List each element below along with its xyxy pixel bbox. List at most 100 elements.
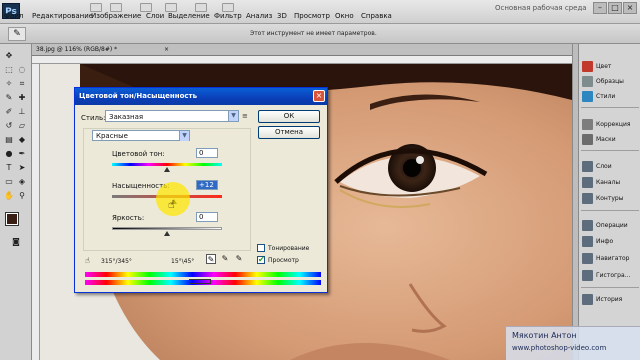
history-brush-tool-icon[interactable]: ↺ bbox=[3, 120, 15, 132]
quick-mask-icon[interactable]: ◙ bbox=[10, 236, 22, 248]
arrange-documents-button[interactable] bbox=[195, 3, 207, 12]
panel-paths[interactable]: Контуры bbox=[580, 192, 640, 205]
color-range-selector[interactable] bbox=[189, 279, 211, 284]
bridge-button[interactable] bbox=[90, 3, 102, 12]
edit-channel-select[interactable]: Красные ▼ bbox=[92, 130, 190, 141]
dialog-titlebar[interactable]: Цветовой тон/Насыщенность × bbox=[75, 88, 327, 105]
menu-view[interactable]: Просмотр bbox=[294, 12, 330, 20]
panel-paths-label: Контуры bbox=[596, 195, 624, 202]
zoom-tool-icon[interactable]: ⚲ bbox=[16, 190, 28, 202]
panel-histogram-label: Гистогра... bbox=[596, 272, 631, 279]
panel-color-label: Цвет bbox=[596, 63, 612, 70]
eyedropper-icon[interactable]: ✎ bbox=[206, 254, 216, 264]
panel-color[interactable]: Цвет bbox=[580, 60, 640, 73]
vertical-ruler[interactable] bbox=[32, 64, 40, 360]
panel-history[interactable]: История bbox=[580, 293, 640, 306]
info-icon bbox=[582, 236, 593, 247]
history-icon bbox=[582, 294, 593, 305]
lightness-input[interactable]: 0 bbox=[196, 212, 218, 222]
screen-mode-button[interactable] bbox=[222, 3, 234, 12]
menu-help[interactable]: Справка bbox=[361, 12, 392, 20]
ok-button[interactable]: ОК bbox=[258, 110, 320, 123]
brush-tool-icon[interactable]: ✐ bbox=[3, 106, 15, 118]
panel-swatches[interactable]: Образцы bbox=[580, 75, 640, 88]
colorize-checkbox[interactable] bbox=[257, 244, 265, 252]
hue-input[interactable]: 0 bbox=[196, 148, 218, 158]
menu-3d[interactable]: 3D bbox=[277, 12, 287, 20]
input-color-bar bbox=[85, 272, 321, 277]
minimize-icon[interactable]: – bbox=[593, 2, 607, 14]
watermark-author: Мякотин Антон bbox=[512, 331, 577, 340]
preset-options-icon[interactable]: ≡ bbox=[242, 111, 249, 121]
saturation-input[interactable]: +12 bbox=[196, 180, 218, 190]
chevron-down-icon: ▼ bbox=[179, 131, 189, 141]
hue-slider[interactable] bbox=[112, 163, 222, 166]
preset-select[interactable]: Заказная ▼ bbox=[105, 110, 239, 122]
dialog-close-icon[interactable]: × bbox=[313, 90, 325, 102]
panel-actions[interactable]: Операции bbox=[580, 219, 640, 232]
foreground-color-swatch[interactable] bbox=[5, 212, 19, 226]
menu-image[interactable]: Изображение bbox=[91, 12, 141, 20]
dialog-title: Цветовой тон/Насыщенность bbox=[79, 92, 198, 100]
menu-layers[interactable]: Слои bbox=[146, 12, 164, 20]
panel-histogram[interactable]: Гистогра... bbox=[580, 269, 640, 282]
watermark-url: www.photoshop-video.com bbox=[512, 344, 607, 352]
healing-tool-icon[interactable]: ✚ bbox=[16, 92, 28, 104]
hue-slider-thumb[interactable] bbox=[164, 167, 170, 172]
close-icon[interactable]: × bbox=[623, 2, 637, 14]
panel-separator bbox=[581, 107, 639, 108]
horizontal-ruler[interactable] bbox=[32, 56, 572, 64]
eyedropper-icon[interactable]: ✎ bbox=[8, 27, 26, 41]
panel-navigator[interactable]: Навигатор bbox=[580, 252, 640, 265]
lasso-tool-icon[interactable]: ◌ bbox=[16, 64, 28, 76]
menu-file[interactable]: Файл bbox=[4, 12, 23, 20]
path-select-tool-icon[interactable]: ➤ bbox=[16, 162, 28, 174]
menu-select[interactable]: Выделение bbox=[168, 12, 210, 20]
actions-icon bbox=[582, 220, 593, 231]
eyedropper-plus-icon[interactable]: ✎ bbox=[220, 254, 230, 264]
shape-tool-icon[interactable]: ▭ bbox=[3, 176, 15, 188]
document-tab[interactable]: 38.jpg @ 116% (RGB/8#) * × bbox=[32, 44, 572, 56]
panel-masks[interactable]: Маски bbox=[580, 133, 640, 146]
close-document-icon[interactable]: × bbox=[164, 46, 169, 53]
eyedropper-minus-icon[interactable]: ✎ bbox=[234, 254, 244, 264]
hand-tool-icon[interactable]: ✋ bbox=[3, 190, 15, 202]
dodge-tool-icon[interactable]: ● bbox=[3, 148, 15, 160]
eyedropper-tool-icon[interactable]: ✎ bbox=[3, 92, 15, 104]
panel-layers[interactable]: Слои bbox=[580, 160, 640, 173]
crop-tool-icon[interactable]: ⌗ bbox=[16, 78, 28, 90]
move-tool-icon[interactable]: ✥ bbox=[3, 50, 15, 62]
hue-saturation-dialog: Цветовой тон/Насыщенность × Стиль: Заказ… bbox=[74, 87, 328, 293]
type-tool-icon[interactable]: T bbox=[3, 162, 15, 174]
panel-info[interactable]: Инфо bbox=[580, 235, 640, 248]
eraser-tool-icon[interactable]: ▱ bbox=[16, 120, 28, 132]
preview-checkbox[interactable]: ✔ bbox=[257, 255, 265, 264]
hand-tool-button[interactable] bbox=[165, 3, 177, 12]
channel-value: Красные bbox=[96, 132, 128, 140]
marquee-tool-icon[interactable]: ⬚ bbox=[3, 64, 15, 76]
panel-adjustments-label: Коррекция bbox=[596, 121, 631, 128]
lightness-slider[interactable] bbox=[112, 227, 222, 230]
mini-bridge-button[interactable] bbox=[110, 3, 122, 12]
lightness-slider-thumb[interactable] bbox=[164, 231, 170, 236]
panel-styles[interactable]: Стили bbox=[580, 90, 640, 103]
panel-channels[interactable]: Каналы bbox=[580, 176, 640, 189]
pen-tool-icon[interactable]: ✒ bbox=[16, 148, 28, 160]
3d-tool-icon[interactable]: ◈ bbox=[16, 176, 28, 188]
workspace-switcher[interactable]: Основная рабочая среда bbox=[495, 4, 587, 12]
menu-filter[interactable]: Фильтр bbox=[214, 12, 242, 20]
gradient-tool-icon[interactable]: ▤ bbox=[3, 134, 15, 146]
maximize-icon[interactable]: □ bbox=[608, 2, 622, 14]
hand-adjust-icon[interactable]: ☝ bbox=[85, 256, 90, 265]
panel-adjustments[interactable]: Коррекция bbox=[580, 118, 640, 131]
watermark: Мякотин Антон www.photoshop-video.com bbox=[506, 326, 640, 360]
zoom-level-button[interactable] bbox=[140, 3, 152, 12]
menu-edit[interactable]: Редактирование bbox=[32, 12, 93, 20]
menu-window[interactable]: Окно bbox=[335, 12, 354, 20]
cancel-button[interactable]: Отмена bbox=[258, 126, 320, 139]
stamp-tool-icon[interactable]: ⊥ bbox=[16, 106, 28, 118]
quick-select-tool-icon[interactable]: ✧ bbox=[3, 78, 15, 90]
range-right-value: 15°\45° bbox=[171, 258, 195, 265]
blur-tool-icon[interactable]: ◆ bbox=[16, 134, 28, 146]
menu-analysis[interactable]: Анализ bbox=[246, 12, 272, 20]
